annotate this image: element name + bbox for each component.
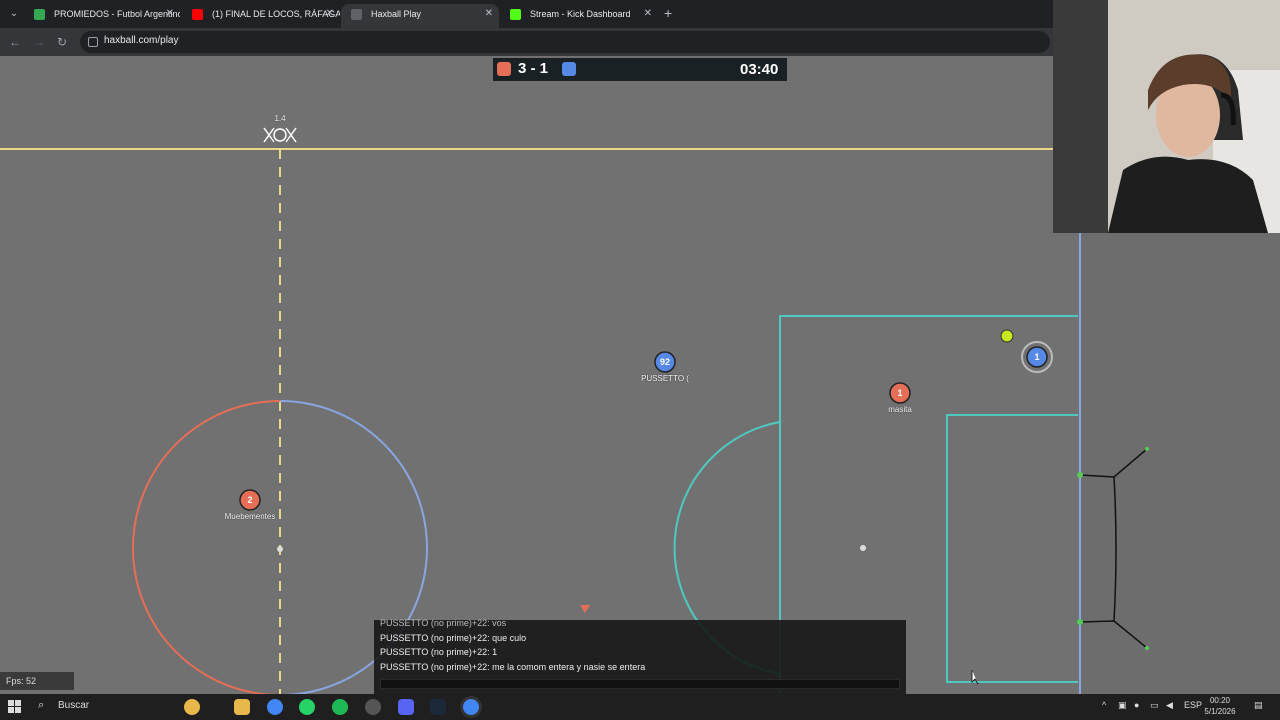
close-icon[interactable]: ✕ [485, 4, 493, 24]
chat-message: PUSSETTO (no prime)+22: que culo [380, 633, 527, 643]
red-team-icon [497, 62, 511, 76]
close-icon[interactable]: ✕ [644, 4, 652, 24]
tab-youtube[interactable]: (1) FINAL DE LOCOS, RÁFAGA D ✕ [182, 4, 340, 28]
clock-date: 5/1/2026 [1204, 707, 1236, 716]
player-disc: 2 [239, 489, 261, 511]
webcam-feed [1053, 0, 1280, 233]
goal-post-bottom [1077, 619, 1083, 625]
promiedos-favicon-icon [34, 9, 45, 20]
player-number: 2 [247, 495, 252, 505]
player-number: 1 [897, 388, 902, 398]
chat-panel: PUSSETTO (no prime)+22: vos PUSSETTO (no… [374, 618, 906, 694]
chat-message: PUSSETTO (no prime)+22: me la comom ente… [380, 662, 646, 672]
center-spot [277, 546, 283, 552]
chat-input[interactable] [380, 679, 900, 689]
microphone-icon[interactable]: ● [1134, 700, 1139, 710]
blue-team-icon [562, 62, 576, 76]
steam-icon[interactable] [430, 699, 446, 715]
discord-icon[interactable] [398, 699, 414, 715]
player-name: Muebementes [224, 512, 276, 521]
goal-post-top [1077, 472, 1083, 478]
url-text: haxball.com/play [104, 35, 179, 46]
system-clock[interactable]: 00:20 5/1/2026 [1204, 695, 1236, 717]
network-icon[interactable]: ▭ [1150, 700, 1159, 711]
player-disc: 1 [889, 382, 911, 404]
tab-haxball[interactable]: Haxball Play ✕ [341, 4, 499, 28]
tab-search-menu-icon[interactable]: ⌄ [6, 6, 22, 22]
close-icon[interactable]: ✕ [166, 4, 174, 24]
tray-app-icon[interactable]: ▣ [1118, 700, 1127, 711]
site-info-icon[interactable] [88, 37, 98, 47]
player-number: 1 [1034, 352, 1039, 362]
net-anchor [1145, 646, 1149, 650]
match-timer: 03:40 [740, 61, 779, 78]
fps-counter: Fps: 52 [0, 672, 74, 690]
copilot-sparkle-icon[interactable] [184, 699, 200, 715]
ball [1000, 329, 1014, 343]
kick-favicon-icon [510, 9, 521, 20]
os-taskbar: ⌕ Buscar ^ ▣ ● ▭ ◀ ESP 00:20 5/1/2026 ▤ [0, 694, 1280, 720]
webcam-overlay [1053, 0, 1280, 233]
chat-message: PUSSETTO (no prime)+22: 1 [380, 647, 498, 657]
back-arrow-icon[interactable]: ← [7, 34, 23, 50]
tab-promiedos[interactable]: PROMIEDOS - Futbol Argentino ✕ [24, 4, 180, 28]
pitch-area [0, 56, 1080, 694]
youtube-favicon-icon [192, 9, 203, 20]
clock-time: 00:20 [1209, 696, 1231, 705]
score-text: 3 - 1 [518, 60, 549, 77]
player-disc: 92 [654, 351, 676, 373]
language-indicator[interactable]: ESP [1184, 700, 1202, 710]
tab-label: PROMIEDOS - Futbol Argentino [54, 9, 180, 19]
windows-start-icon[interactable] [8, 700, 22, 714]
penalty-spot [860, 545, 866, 551]
net-anchor [1145, 447, 1149, 451]
reload-icon[interactable]: ↻ [54, 34, 70, 50]
close-icon[interactable]: ✕ [326, 4, 334, 24]
haxball-favicon-icon [351, 9, 362, 20]
whatsapp-icon[interactable] [299, 699, 315, 715]
spotify-icon[interactable] [332, 699, 348, 715]
forward-arrow-icon[interactable]: → [31, 34, 47, 50]
new-tab-button[interactable]: + [664, 5, 672, 21]
taskbar-search-label[interactable]: Buscar [58, 700, 89, 711]
tab-kick[interactable]: Stream - Kick Dashboard ✕ [500, 4, 658, 28]
file-explorer-icon[interactable] [234, 699, 250, 715]
tab-label: Stream - Kick Dashboard [530, 9, 631, 19]
address-bar[interactable]: haxball.com/play [80, 31, 1050, 53]
player-name: masita [888, 405, 912, 414]
player-name: PUSSETTO ( [641, 374, 689, 383]
tab-label: (1) FINAL DE LOCOS, RÁFAGA D [212, 9, 340, 19]
own-player-disc: 1 [1021, 341, 1053, 373]
player-number: 92 [660, 357, 670, 367]
kickoff-label: 1.4 [274, 114, 286, 123]
tray-chevron-icon[interactable]: ^ [1102, 700, 1106, 710]
app-icon[interactable] [365, 699, 381, 715]
chat-message: PUSSETTO (no prime)+22: vos [380, 618, 507, 628]
volume-icon[interactable]: ◀ [1166, 700, 1173, 711]
search-icon[interactable]: ⌕ [38, 699, 44, 712]
tab-label: Haxball Play [371, 9, 422, 19]
chrome-active-icon[interactable] [463, 699, 479, 715]
chrome-icon[interactable] [267, 699, 283, 715]
notification-icon[interactable]: ▤ [1254, 700, 1263, 711]
